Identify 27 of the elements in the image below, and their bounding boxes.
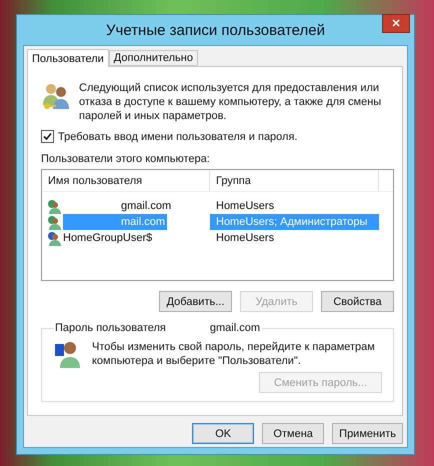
- account-name: gmail.com: [210, 322, 260, 334]
- column-header[interactable]: Имя пользователя: [42, 170, 210, 192]
- close-button[interactable]: ✕: [382, 14, 410, 33]
- list-button[interactable]: Свойства: [321, 291, 394, 312]
- dialog-button[interactable]: Применить: [332, 423, 403, 444]
- password-hint: Чтобы изменить свой пароль, перейдите к параметрам компьютера и выберите "Пользователи".: [92, 340, 376, 368]
- group-title: Пароль пользователя: [55, 322, 166, 334]
- user-name-cell[interactable]: gmail.com: [42, 198, 210, 214]
- user-computer-icon: [54, 340, 80, 368]
- group-cell: HomeUsers; Администраторы: [210, 214, 379, 230]
- list-button[interactable]: Добавить...: [159, 291, 232, 312]
- user-icon: [46, 198, 61, 214]
- tab[interactable]: Пользователи: [27, 49, 109, 67]
- user-icon: [46, 214, 61, 230]
- tab[interactable]: Дополнительно: [108, 50, 198, 66]
- checkbox[interactable]: [41, 130, 54, 143]
- dialog-button[interactable]: Отмена: [262, 423, 324, 444]
- dialog-button[interactable]: OK: [192, 423, 254, 444]
- intro-text: Следующий список используется для предоставления или отказа в доступе к вашему компьютеру, а также для смены паролей и иных параметров.: [79, 81, 382, 123]
- group-cell-text: HomeUsers: [215, 199, 276, 214]
- window-title: Учетные записи пользователей: [106, 22, 325, 38]
- user-icon: [46, 230, 61, 246]
- column-header[interactable]: Группа: [210, 170, 379, 192]
- list-label: Пользователи этого компьютера:: [41, 153, 211, 165]
- group-cell-text: HomeUsers: [215, 231, 276, 246]
- checkbox-label: Требовать ввод имени пользователя и пароля.: [58, 130, 298, 142]
- user-name-cell[interactable]: HomeGroupUser$: [42, 230, 210, 246]
